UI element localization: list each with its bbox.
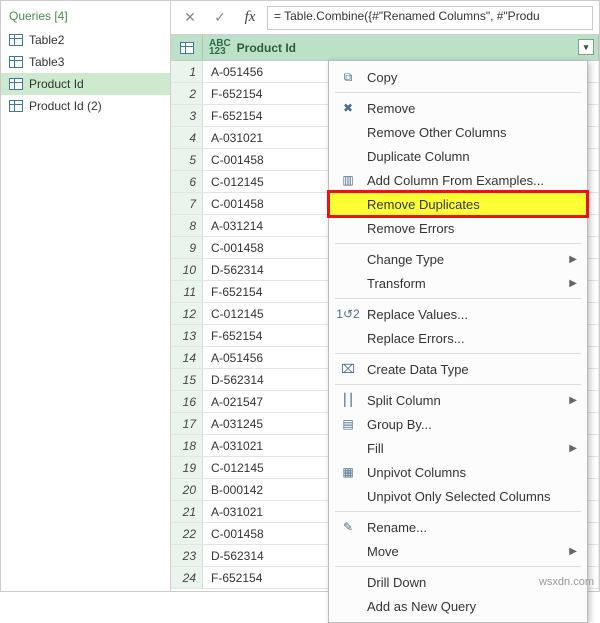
split-icon: ⎮⎮	[339, 393, 357, 407]
row-header[interactable]: 20	[171, 479, 203, 500]
formula-input[interactable]: = Table.Combine({#"Renamed Columns", #"P…	[267, 6, 593, 30]
query-label: Product Id (2)	[29, 99, 102, 113]
table-icon	[9, 34, 23, 46]
remove-icon: ✖	[339, 101, 357, 115]
queries-sidebar: Queries [4] Table2 Table3 Product Id Pro…	[1, 1, 171, 591]
chevron-right-icon: ▶	[569, 278, 577, 289]
chevron-right-icon: ▶	[569, 443, 577, 454]
query-item-table2[interactable]: Table2	[1, 29, 170, 51]
row-header[interactable]: 9	[171, 237, 203, 258]
menu-change-type[interactable]: Change Type ▶	[329, 247, 587, 271]
unpivot-icon: ▦	[339, 465, 357, 479]
row-header[interactable]: 13	[171, 325, 203, 346]
menu-separator	[335, 384, 581, 385]
menu-copy[interactable]: ⧉ Copy	[329, 65, 587, 89]
row-header[interactable]: 2	[171, 83, 203, 104]
menu-create-data-type[interactable]: ⌧ Create Data Type	[329, 357, 587, 381]
menu-remove-errors[interactable]: Remove Errors	[329, 216, 587, 240]
queries-header: Queries [4]	[1, 7, 170, 29]
column-header-product-id[interactable]: ABC123 Product Id ▾	[203, 35, 599, 60]
row-header[interactable]: 15	[171, 369, 203, 390]
menu-remove[interactable]: ✖ Remove	[329, 96, 587, 120]
formula-bar: ✕ ✓ fx = Table.Combine({#"Renamed Column…	[171, 1, 599, 35]
row-header[interactable]: 19	[171, 457, 203, 478]
menu-add-as-new-query[interactable]: Add as New Query	[329, 594, 587, 618]
chevron-down-icon: ▾	[584, 42, 589, 53]
select-all-corner[interactable]	[171, 35, 203, 60]
row-header[interactable]: 22	[171, 523, 203, 544]
group-icon: ▤	[339, 417, 357, 431]
table-icon	[180, 42, 194, 54]
row-header[interactable]: 7	[171, 193, 203, 214]
menu-remove-other-columns[interactable]: Remove Other Columns	[329, 120, 587, 144]
column-filter-dropdown[interactable]: ▾	[578, 39, 594, 55]
menu-unpivot-columns[interactable]: ▦ Unpivot Columns	[329, 460, 587, 484]
grid-header-row: ABC123 Product Id ▾	[171, 35, 599, 61]
row-header[interactable]: 6	[171, 171, 203, 192]
row-header[interactable]: 16	[171, 391, 203, 412]
menu-separator	[335, 243, 581, 244]
column-header-label: Product Id	[237, 41, 296, 55]
column-context-menu: ⧉ Copy ✖ Remove Remove Other Columns Dup…	[328, 60, 588, 623]
menu-separator	[335, 92, 581, 93]
row-header[interactable]: 18	[171, 435, 203, 456]
data-type-icon: ⌧	[339, 362, 357, 376]
menu-fill[interactable]: Fill ▶	[329, 436, 587, 460]
chevron-right-icon: ▶	[569, 254, 577, 265]
table-icon	[9, 56, 23, 68]
row-header[interactable]: 14	[171, 347, 203, 368]
row-header[interactable]: 12	[171, 303, 203, 324]
replace-icon: 1↺2	[339, 307, 357, 321]
formula-cancel-button[interactable]: ✕	[177, 6, 203, 30]
query-label: Product Id	[29, 77, 84, 91]
row-header[interactable]: 10	[171, 259, 203, 280]
rename-icon: ✎	[339, 520, 357, 534]
watermark: wsxdn.com	[539, 576, 594, 588]
add-column-icon: ▥	[339, 173, 357, 187]
row-header[interactable]: 5	[171, 149, 203, 170]
menu-separator	[335, 566, 581, 567]
row-header[interactable]: 8	[171, 215, 203, 236]
menu-transform[interactable]: Transform ▶	[329, 271, 587, 295]
menu-move[interactable]: Move ▶	[329, 539, 587, 563]
row-header[interactable]: 4	[171, 127, 203, 148]
row-header[interactable]: 3	[171, 105, 203, 126]
menu-replace-values[interactable]: 1↺2 Replace Values...	[329, 302, 587, 326]
table-icon	[9, 100, 23, 112]
menu-group-by[interactable]: ▤ Group By...	[329, 412, 587, 436]
query-label: Table3	[29, 55, 64, 69]
chevron-right-icon: ▶	[569, 395, 577, 406]
menu-unpivot-selected[interactable]: Unpivot Only Selected Columns	[329, 484, 587, 508]
menu-duplicate-column[interactable]: Duplicate Column	[329, 144, 587, 168]
menu-separator	[335, 298, 581, 299]
menu-rename[interactable]: ✎ Rename...	[329, 515, 587, 539]
copy-icon: ⧉	[339, 70, 357, 85]
row-header[interactable]: 21	[171, 501, 203, 522]
query-item-product-id[interactable]: Product Id	[1, 73, 170, 95]
menu-separator	[335, 353, 581, 354]
menu-remove-duplicates[interactable]: Remove Duplicates	[329, 192, 587, 216]
row-header[interactable]: 17	[171, 413, 203, 434]
table-icon	[9, 78, 23, 90]
menu-replace-errors[interactable]: Replace Errors...	[329, 326, 587, 350]
query-item-table3[interactable]: Table3	[1, 51, 170, 73]
row-header[interactable]: 1	[171, 61, 203, 82]
menu-separator	[335, 511, 581, 512]
chevron-right-icon: ▶	[569, 546, 577, 557]
formula-commit-button[interactable]: ✓	[207, 6, 233, 30]
menu-split-column[interactable]: ⎮⎮ Split Column ▶	[329, 388, 587, 412]
row-header[interactable]: 23	[171, 545, 203, 566]
fx-icon[interactable]: fx	[237, 6, 263, 30]
type-any-icon: ABC123	[209, 40, 231, 56]
row-header[interactable]: 11	[171, 281, 203, 302]
row-header[interactable]: 24	[171, 567, 203, 588]
query-label: Table2	[29, 33, 64, 47]
query-item-product-id-2[interactable]: Product Id (2)	[1, 95, 170, 117]
menu-add-column-from-examples[interactable]: ▥ Add Column From Examples...	[329, 168, 587, 192]
